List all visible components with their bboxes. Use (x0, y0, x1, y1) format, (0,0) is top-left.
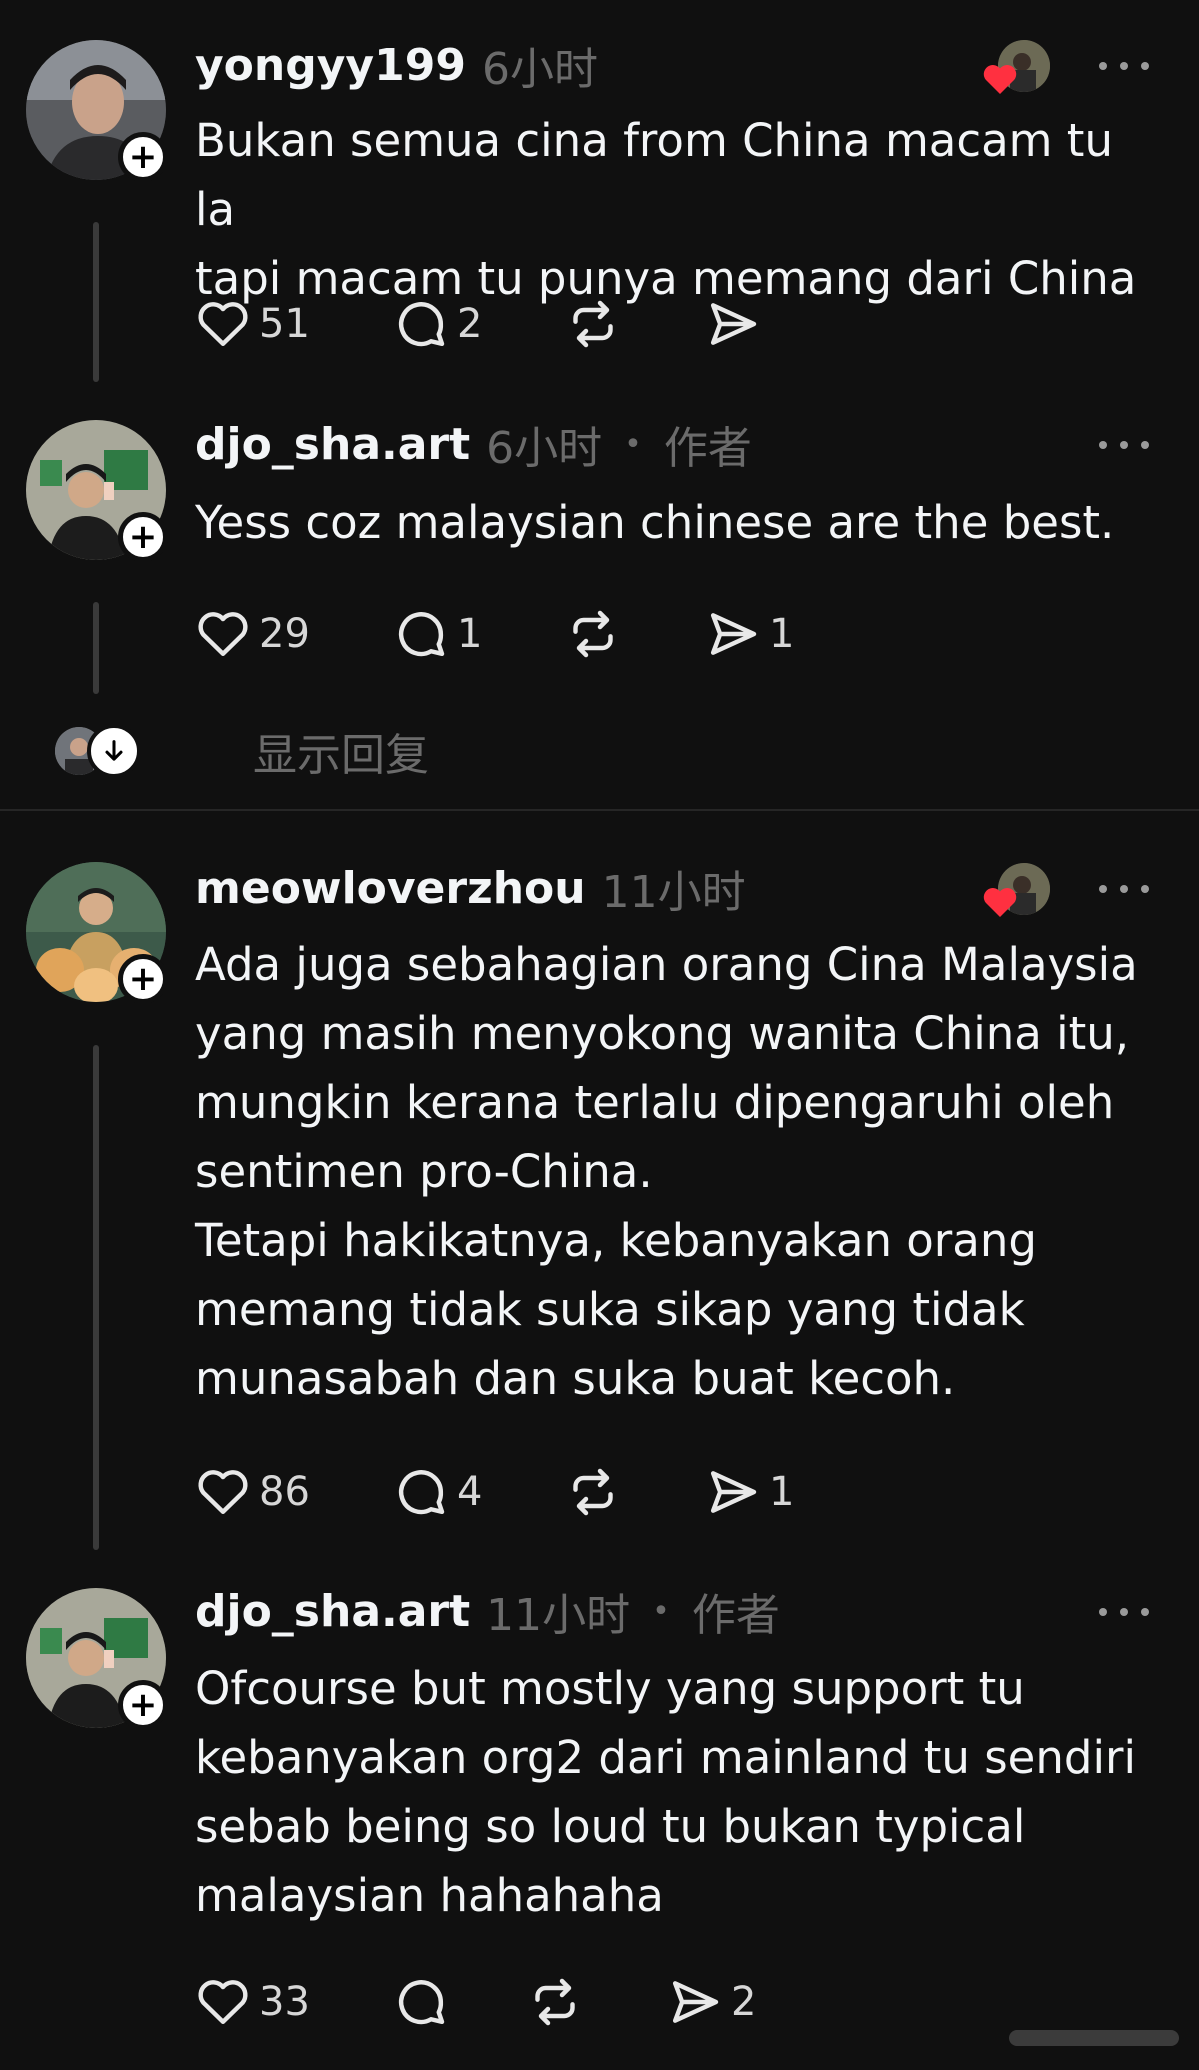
more-dots-icon[interactable] (1099, 56, 1149, 76)
separator-dot: • (624, 426, 642, 462)
username[interactable]: djo_sha.art (195, 1586, 470, 1637)
username[interactable]: djo_sha.art (195, 419, 470, 470)
reply-avatars (55, 724, 145, 778)
liked-by-author-indicator (983, 40, 1050, 94)
send-icon (710, 1471, 757, 1513)
thread-line (93, 602, 99, 694)
avatar-wrap: + (26, 420, 168, 562)
more-dots-icon[interactable] (1099, 879, 1149, 899)
send-icon (672, 1981, 719, 2023)
post-header: djo_sha.art 6小时 • 作者 (195, 414, 752, 475)
more-dots-icon[interactable] (1099, 435, 1149, 455)
share-count: 2 (731, 1979, 757, 2025)
heart-outline-icon (198, 1470, 248, 1515)
avatar-wrap: + (26, 862, 168, 1004)
post-time: 11小时 (601, 867, 746, 918)
like-count: 29 (259, 611, 310, 657)
repost-button[interactable] (565, 1462, 621, 1522)
username[interactable]: meowloverzhou (195, 863, 586, 914)
comment-bubble-icon (398, 612, 445, 657)
post-text: Bukan semua cina from China macam tu la … (195, 114, 1137, 305)
thread-divider (0, 809, 1199, 811)
heart-outline-icon (198, 302, 248, 347)
arrow-down-icon (87, 724, 141, 778)
heart-icon (983, 65, 1017, 94)
post-time: 6小时 (486, 423, 603, 474)
reply-count: 4 (457, 1469, 483, 1515)
show-replies-label: 显示回复 (253, 730, 429, 781)
separator-dot: • (652, 1593, 670, 1629)
like-button[interactable]: 51 (195, 294, 310, 354)
share-count: 1 (769, 1469, 795, 1515)
post-header: djo_sha.art 11小时 • 作者 (195, 1581, 780, 1642)
post-header: yongyy199 6小时 (195, 35, 598, 96)
reply-button[interactable]: 1 (393, 604, 482, 664)
reply-button[interactable]: 4 (393, 1462, 482, 1522)
share-button[interactable] (705, 294, 761, 354)
repost-button[interactable] (565, 604, 621, 664)
reply-count: 1 (457, 611, 483, 657)
avatar-wrap: + (26, 1588, 168, 1730)
liked-by-author-indicator (983, 863, 1050, 917)
avatar-wrap: + (26, 40, 168, 182)
post-header: meowloverzhou 11小时 (195, 858, 746, 919)
thread-line (93, 1045, 99, 1550)
share-button[interactable]: 1 (705, 1462, 794, 1522)
repost-icon (535, 1978, 575, 2026)
comment-bubble-icon (398, 1470, 445, 1515)
author-tag: 作者 (663, 423, 752, 474)
follow-plus-icon[interactable]: + (118, 954, 168, 1004)
watermark-smudge (1009, 2030, 1179, 2046)
thread-line (93, 222, 99, 382)
heart-outline-icon (198, 1980, 248, 2025)
follow-plus-icon[interactable]: + (118, 1680, 168, 1730)
like-count: 33 (259, 1979, 310, 2025)
reply-button[interactable]: 2 (393, 294, 482, 354)
like-button[interactable]: 33 (195, 1972, 310, 2032)
heart-outline-icon (198, 612, 248, 657)
post-time: 11小时 (486, 1590, 631, 1641)
follow-plus-icon[interactable]: + (118, 132, 168, 182)
comment-bubble-icon (398, 1980, 445, 2025)
repost-icon (573, 300, 613, 348)
reply-button[interactable] (393, 1972, 457, 2032)
repost-button[interactable] (565, 294, 621, 354)
send-icon (710, 303, 757, 345)
heart-icon (983, 888, 1017, 917)
send-icon (710, 613, 757, 655)
reply-count: 2 (457, 301, 483, 347)
author-tag: 作者 (691, 1590, 780, 1641)
like-count: 86 (259, 1469, 310, 1515)
like-count: 51 (259, 301, 310, 347)
like-button[interactable]: 29 (195, 604, 310, 664)
more-dots-icon[interactable] (1099, 1602, 1149, 1622)
share-button[interactable]: 2 (667, 1972, 756, 2032)
repost-button[interactable] (527, 1972, 583, 2032)
repost-icon (573, 610, 613, 658)
like-button[interactable]: 86 (195, 1462, 310, 1522)
username[interactable]: yongyy199 (195, 40, 466, 91)
share-count: 1 (769, 611, 795, 657)
share-button[interactable]: 1 (705, 604, 794, 664)
comment-bubble-icon (398, 302, 445, 347)
post-text: Yess coz malaysian chinese are the best. (195, 496, 1115, 549)
post-text: Ada juga sebahagian orang Cina Malaysia … (195, 938, 1138, 1405)
show-replies-button[interactable]: 显示回复 (55, 721, 429, 781)
post-time: 6小时 (481, 44, 598, 95)
follow-plus-icon[interactable]: + (118, 512, 168, 562)
repost-icon (573, 1468, 613, 1516)
post-text: Ofcourse but mostly yang support tu keba… (195, 1662, 1136, 1922)
